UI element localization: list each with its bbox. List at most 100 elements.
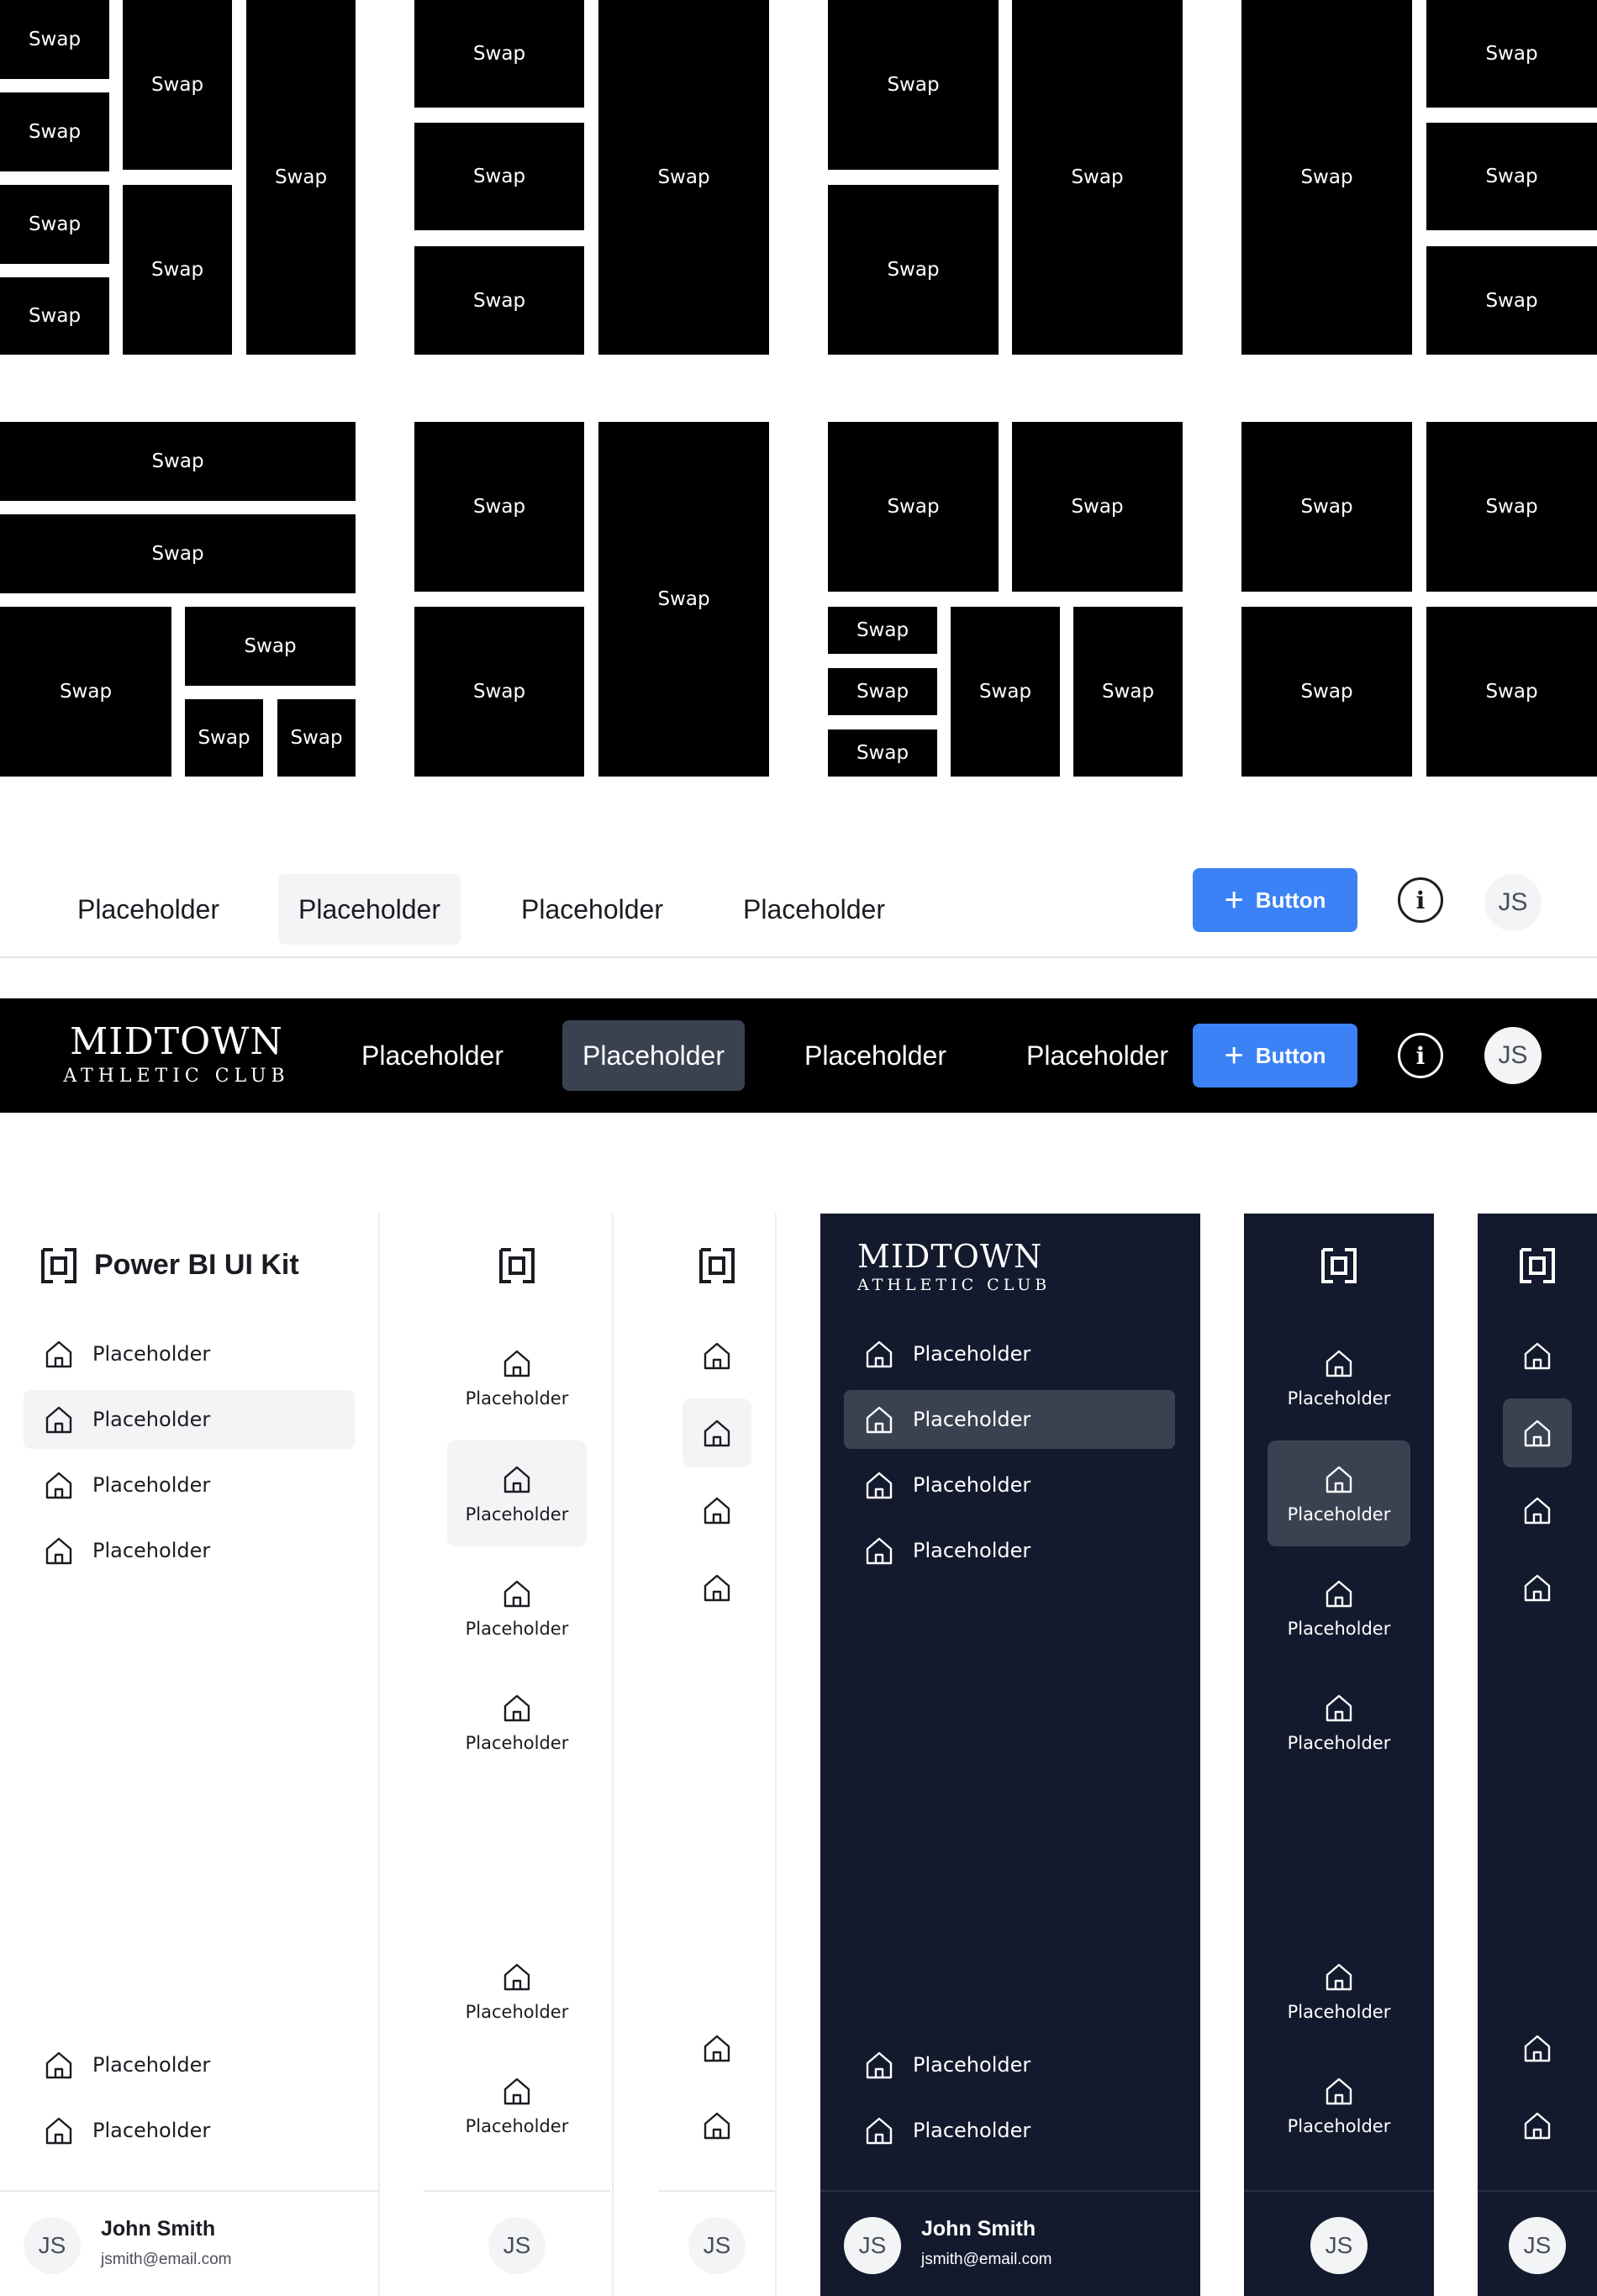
swap-block[interactable]: Swap [0, 277, 109, 355]
swap-block[interactable]: Swap [1426, 0, 1597, 108]
nav-tab[interactable]: Placeholder [57, 874, 240, 945]
swap-block[interactable]: Swap [0, 422, 356, 501]
swap-block[interactable]: Swap [1426, 123, 1597, 230]
swap-block[interactable]: Swap [598, 422, 769, 777]
sidebar-item[interactable]: Placeholder [447, 2052, 587, 2158]
sidebar-item[interactable]: Placeholder [447, 1324, 587, 1430]
swap-block[interactable]: Swap [414, 0, 584, 108]
sidebar-item[interactable] [1503, 1553, 1572, 1622]
sidebar-item[interactable]: Placeholder [24, 2101, 355, 2160]
swap-block[interactable]: Swap [277, 699, 356, 777]
sidebar-item-active[interactable]: Placeholder [447, 1440, 587, 1546]
sidebar-item[interactable]: Placeholder [24, 1521, 355, 1580]
sidebar-item[interactable]: Placeholder [447, 1669, 587, 1775]
sidebar-item[interactable] [1503, 2014, 1572, 2083]
swap-block[interactable]: Swap [414, 422, 584, 592]
swap-block[interactable]: Swap [123, 185, 232, 355]
avatar[interactable]: JS [1484, 874, 1542, 931]
swap-block[interactable]: Swap [1241, 422, 1412, 592]
swap-label: Swap [1300, 166, 1353, 188]
home-icon [862, 1534, 896, 1567]
nav-tab[interactable]: Placeholder [501, 874, 683, 945]
avatar[interactable]: JS [24, 2217, 81, 2274]
swap-block[interactable]: Swap [828, 185, 999, 355]
nav-tab[interactable]: Placeholder [784, 1020, 967, 1091]
sidebar-item[interactable]: Placeholder [844, 2101, 1175, 2160]
swap-block[interactable]: Swap [828, 729, 937, 777]
swap-block[interactable]: Swap [598, 0, 769, 355]
swap-block[interactable]: Swap [1426, 422, 1597, 592]
avatar[interactable]: JS [1509, 2217, 1566, 2274]
sidebar-item[interactable]: Placeholder [844, 2035, 1175, 2094]
swap-block[interactable]: Swap [0, 607, 171, 777]
sidebar-item[interactable]: Placeholder [24, 1456, 355, 1514]
swap-block[interactable]: Swap [414, 607, 584, 777]
sidebar-item-active[interactable]: Placeholder [24, 1390, 355, 1449]
swap-block[interactable]: Swap [0, 185, 109, 264]
sidebar-item[interactable] [683, 2014, 751, 2083]
sidebar-item-label: Placeholder [1287, 2116, 1391, 2136]
swap-block[interactable]: Swap [828, 607, 937, 654]
swap-block[interactable]: Swap [951, 607, 1060, 777]
swap-block[interactable]: Swap [1012, 422, 1183, 592]
sidebar-item[interactable] [683, 1553, 751, 1622]
swap-block[interactable]: Swap [1073, 607, 1183, 777]
sidebar-item[interactable]: Placeholder [1268, 1555, 1410, 1661]
brand-logo[interactable]: MIDTOWN ATHLETIC CLUB [857, 1240, 1057, 1293]
nav-tab[interactable]: Placeholder [723, 874, 905, 945]
avatar[interactable]: JS [1484, 1027, 1542, 1084]
sidebar-item[interactable]: Placeholder [1268, 2052, 1410, 2158]
swap-block[interactable]: Swap [0, 0, 109, 79]
swap-block[interactable]: Swap [828, 0, 999, 170]
sidebar-item-active[interactable]: Placeholder [844, 1390, 1175, 1449]
swap-block[interactable]: Swap [828, 668, 937, 715]
nav-tab-active[interactable]: Placeholder [278, 874, 461, 945]
swap-block[interactable]: Swap [1426, 607, 1597, 777]
sidebar-item[interactable]: Placeholder [447, 1938, 587, 2044]
swap-block[interactable]: Swap [414, 246, 584, 355]
sidebar-item[interactable] [683, 2091, 751, 2160]
swap-block[interactable]: Swap [0, 92, 109, 171]
add-button[interactable]: + Button [1193, 868, 1357, 932]
sidebar-item[interactable]: Placeholder [844, 1456, 1175, 1514]
sidebar-item[interactable] [1503, 2091, 1572, 2160]
swap-block[interactable]: Swap [246, 0, 356, 355]
avatar[interactable]: JS [844, 2217, 901, 2274]
sidebar-item-active[interactable] [683, 1398, 751, 1467]
swap-block[interactable]: Swap [185, 607, 356, 686]
avatar[interactable]: JS [488, 2217, 546, 2274]
swap-block[interactable]: Swap [828, 422, 999, 592]
avatar[interactable]: JS [688, 2217, 746, 2274]
sidebar-item[interactable]: Placeholder [24, 1324, 355, 1383]
sidebar-item[interactable]: Placeholder [844, 1324, 1175, 1383]
nav-tab[interactable]: Placeholder [341, 1020, 524, 1091]
swap-block[interactable]: Swap [123, 0, 232, 170]
sidebar-item[interactable]: Placeholder [1268, 1669, 1410, 1775]
sidebar-item[interactable] [1503, 1476, 1572, 1545]
info-icon[interactable]: i [1398, 877, 1443, 923]
swap-block[interactable]: Swap [185, 699, 263, 777]
brand-logo[interactable]: MIDTOWN ATHLETIC CLUB [54, 1024, 299, 1086]
swap-block[interactable]: Swap [1012, 0, 1183, 355]
swap-block[interactable]: Swap [1241, 0, 1412, 355]
sidebar-item[interactable]: Placeholder [844, 1521, 1175, 1580]
sidebar-item[interactable]: Placeholder [447, 1555, 587, 1661]
sidebar-item[interactable]: Placeholder [1268, 1324, 1410, 1430]
add-button[interactable]: + Button [1193, 1024, 1357, 1087]
nav-tab[interactable]: Placeholder [1006, 1020, 1189, 1091]
nav-tab-active[interactable]: Placeholder [562, 1020, 745, 1091]
sidebar-item-active[interactable] [1503, 1398, 1572, 1467]
avatar[interactable]: JS [1310, 2217, 1368, 2274]
swap-block[interactable]: Swap [0, 514, 356, 593]
swap-block[interactable]: Swap [1241, 607, 1412, 777]
swap-block[interactable]: Swap [1426, 246, 1597, 355]
sidebar-item[interactable]: Placeholder [1268, 1938, 1410, 2044]
sidebar-item[interactable]: Placeholder [24, 2035, 355, 2094]
sidebar-item[interactable] [683, 1476, 751, 1545]
sidebar-item[interactable] [1503, 1321, 1572, 1390]
sidebar-item[interactable] [683, 1321, 751, 1390]
sidebar-item-active[interactable]: Placeholder [1268, 1440, 1410, 1546]
info-icon[interactable]: i [1398, 1033, 1443, 1078]
swap-block[interactable]: Swap [414, 123, 584, 230]
nav-tab-label: Placeholder [743, 893, 885, 924]
